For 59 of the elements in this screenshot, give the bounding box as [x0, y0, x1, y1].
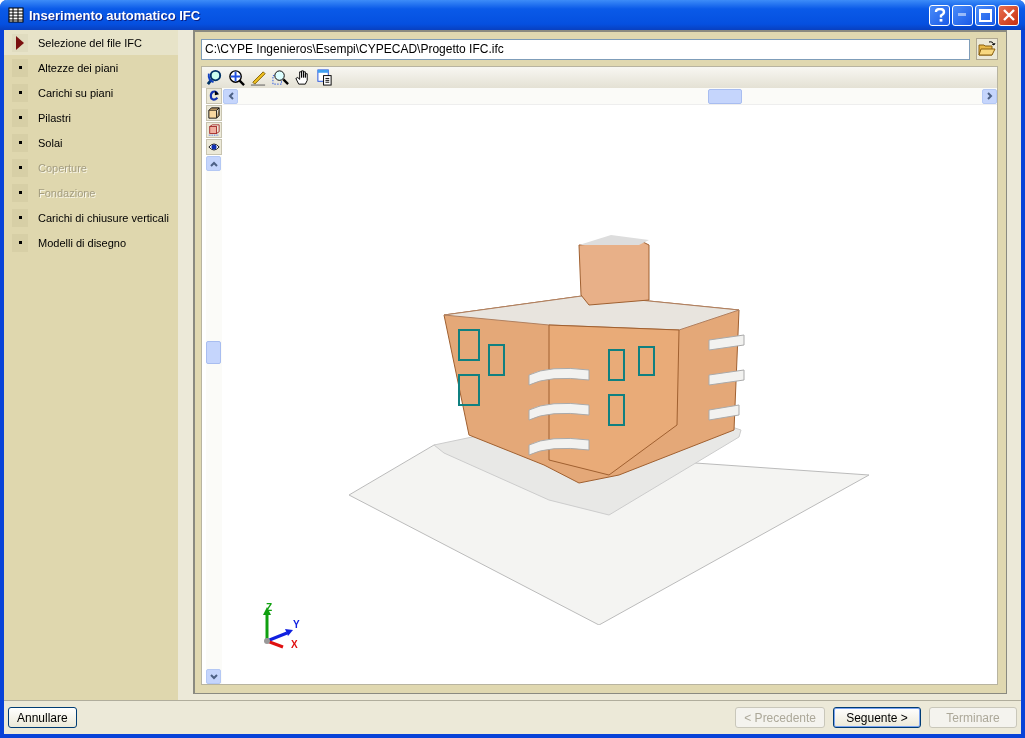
- file-path-field[interactable]: C:\CYPE Ingenieros\Esempi\CYPECAD\Progetto IFC.ifc: [201, 38, 970, 60]
- down-chevron-icon: [209, 673, 218, 680]
- step-item[interactable]: Selezione del file IFC: [4, 30, 178, 55]
- zoom-extents-icon[interactable]: [228, 69, 245, 86]
- bullet-icon: [18, 91, 22, 94]
- maximize-button[interactable]: [975, 4, 996, 26]
- solid-view-button[interactable]: [205, 105, 222, 121]
- x-axis-label: X: [291, 640, 298, 650]
- box-view-button[interactable]: [205, 122, 222, 138]
- zoom-window-icon[interactable]: [272, 69, 289, 86]
- scroll-thumb[interactable]: [708, 88, 742, 104]
- rotate-magnifier-icon[interactable]: [206, 69, 223, 86]
- maximize-icon: [979, 8, 992, 22]
- step-item[interactable]: Pilastri: [4, 105, 178, 130]
- eye-view-button[interactable]: [205, 139, 222, 155]
- bullet-icon: [18, 116, 22, 119]
- undo-view-button[interactable]: [205, 88, 222, 104]
- close-button[interactable]: [998, 4, 1019, 26]
- table-icon: [8, 7, 24, 23]
- vertical-scrollbar[interactable]: [205, 156, 222, 684]
- question-mark-icon: [933, 8, 946, 22]
- bullet-icon: [18, 191, 22, 194]
- scroll-thumb[interactable]: [206, 341, 221, 364]
- y-axis-label: Y: [293, 620, 300, 630]
- document-icon[interactable]: [316, 69, 333, 86]
- triangle-icon: [16, 35, 24, 50]
- left-chevron-icon: [227, 92, 234, 100]
- pencil-icon[interactable]: [250, 69, 267, 86]
- folder-icon: [978, 41, 996, 57]
- step-item[interactable]: Solai: [4, 130, 178, 155]
- bullet-icon: [18, 216, 22, 219]
- step-item[interactable]: Altezze dei piani: [4, 55, 178, 80]
- bullet-icon: [18, 241, 22, 244]
- box-icon: [207, 124, 220, 136]
- horizontal-scrollbar[interactable]: [223, 88, 997, 105]
- scroll-up-button[interactable]: [206, 156, 221, 171]
- close-icon: [1002, 9, 1015, 21]
- up-chevron-icon: [209, 160, 218, 167]
- help-button[interactable]: [929, 4, 950, 26]
- scroll-down-button[interactable]: [206, 669, 221, 684]
- minimize-icon: [957, 13, 968, 17]
- step-item[interactable]: Modelli di disegno: [4, 230, 178, 255]
- scroll-left-button[interactable]: [223, 88, 238, 104]
- bullet-icon: [18, 66, 22, 69]
- bullet-icon: [18, 141, 22, 144]
- browse-button[interactable]: [976, 38, 998, 60]
- step-item[interactable]: Carichi di chiusure verticali: [4, 205, 178, 230]
- wizard-nav-button[interactable]: Seguente >: [833, 707, 921, 728]
- step-item[interactable]: Carichi su piani: [4, 80, 178, 105]
- eye-icon: [207, 141, 220, 153]
- hand-icon[interactable]: [294, 69, 311, 86]
- scroll-right-button[interactable]: [982, 88, 997, 104]
- minimize-button[interactable]: [952, 4, 973, 26]
- cube-icon: [207, 107, 220, 119]
- window-title: Inserimento automatico IFC: [29, 7, 202, 23]
- right-chevron-icon: [986, 92, 993, 100]
- cancel-button[interactable]: Annullare: [8, 707, 77, 728]
- rotate-arrow-icon: [207, 90, 220, 102]
- bullet-icon: [18, 166, 22, 169]
